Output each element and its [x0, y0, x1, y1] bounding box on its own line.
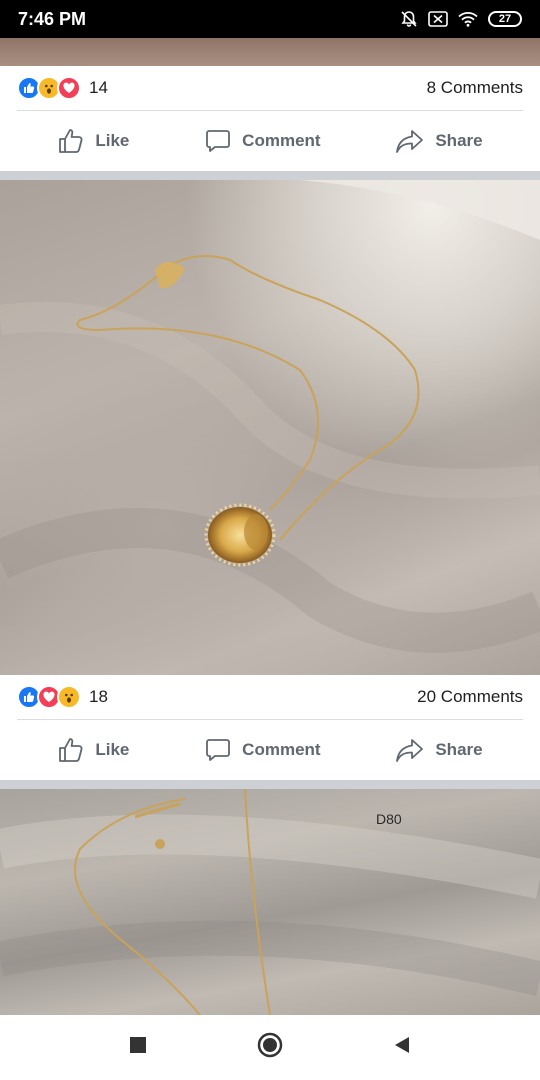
recents-square-icon	[129, 1036, 147, 1059]
navigation-bar	[0, 1015, 540, 1080]
reactions-summary[interactable]: 18 20 Comments	[0, 675, 540, 719]
recents-button[interactable]	[118, 1028, 158, 1068]
share-arrow-icon	[395, 736, 425, 764]
home-circle-icon	[257, 1032, 283, 1063]
like-label: Like	[95, 740, 130, 759]
post-actions: Like Comment Share	[0, 111, 540, 171]
thumbs-up-icon	[57, 127, 85, 155]
battery-level: 27	[498, 13, 512, 25]
comments-count-link[interactable]: 20 Comments	[417, 687, 523, 707]
post-photo-next[interactable]: D80	[0, 789, 540, 1015]
share-label: Share	[435, 131, 483, 150]
necklace-image	[0, 180, 540, 653]
status-time: 7:46 PM	[18, 8, 87, 29]
comment-button[interactable]: Comment	[204, 736, 321, 764]
like-button[interactable]: Like	[57, 127, 129, 155]
post-separator	[0, 780, 540, 789]
post-photo-previous[interactable]	[0, 38, 540, 66]
bell-off-icon	[400, 10, 418, 28]
comments-count-link[interactable]: 8 Comments	[427, 78, 523, 98]
back-triangle-icon	[393, 1036, 411, 1059]
comment-label: Comment	[242, 131, 321, 150]
comment-icon	[204, 736, 232, 764]
status-icons: 27	[400, 10, 522, 28]
like-label: Like	[95, 131, 130, 150]
close-box-icon	[428, 11, 448, 27]
thumbs-up-icon	[57, 736, 85, 764]
reactions-summary[interactable]: 14 8 Comments	[0, 66, 540, 110]
post-actions: Like Comment Share	[0, 720, 540, 780]
share-button[interactable]: Share	[395, 127, 483, 155]
comment-icon	[204, 127, 232, 155]
wow-icon	[57, 685, 81, 709]
wifi-icon	[458, 11, 478, 27]
reaction-count: 14	[89, 78, 108, 97]
status-bar: 7:46 PM 27	[0, 0, 540, 38]
share-button[interactable]: Share	[395, 736, 483, 764]
battery-icon: 27	[488, 11, 522, 27]
comment-label: Comment	[242, 740, 321, 759]
post-photo-necklace[interactable]	[0, 180, 540, 675]
share-arrow-icon	[395, 127, 425, 155]
back-button[interactable]	[382, 1028, 422, 1068]
love-icon	[57, 76, 81, 100]
product-code: D80	[376, 811, 402, 827]
like-button[interactable]: Like	[57, 736, 129, 764]
home-button[interactable]	[250, 1028, 290, 1068]
share-label: Share	[435, 740, 483, 759]
necklace-image	[0, 789, 540, 1015]
post-separator	[0, 171, 540, 180]
comment-button[interactable]: Comment	[204, 127, 321, 155]
reaction-icons	[17, 76, 81, 100]
reaction-icons	[17, 685, 81, 709]
reaction-count: 18	[89, 687, 108, 706]
